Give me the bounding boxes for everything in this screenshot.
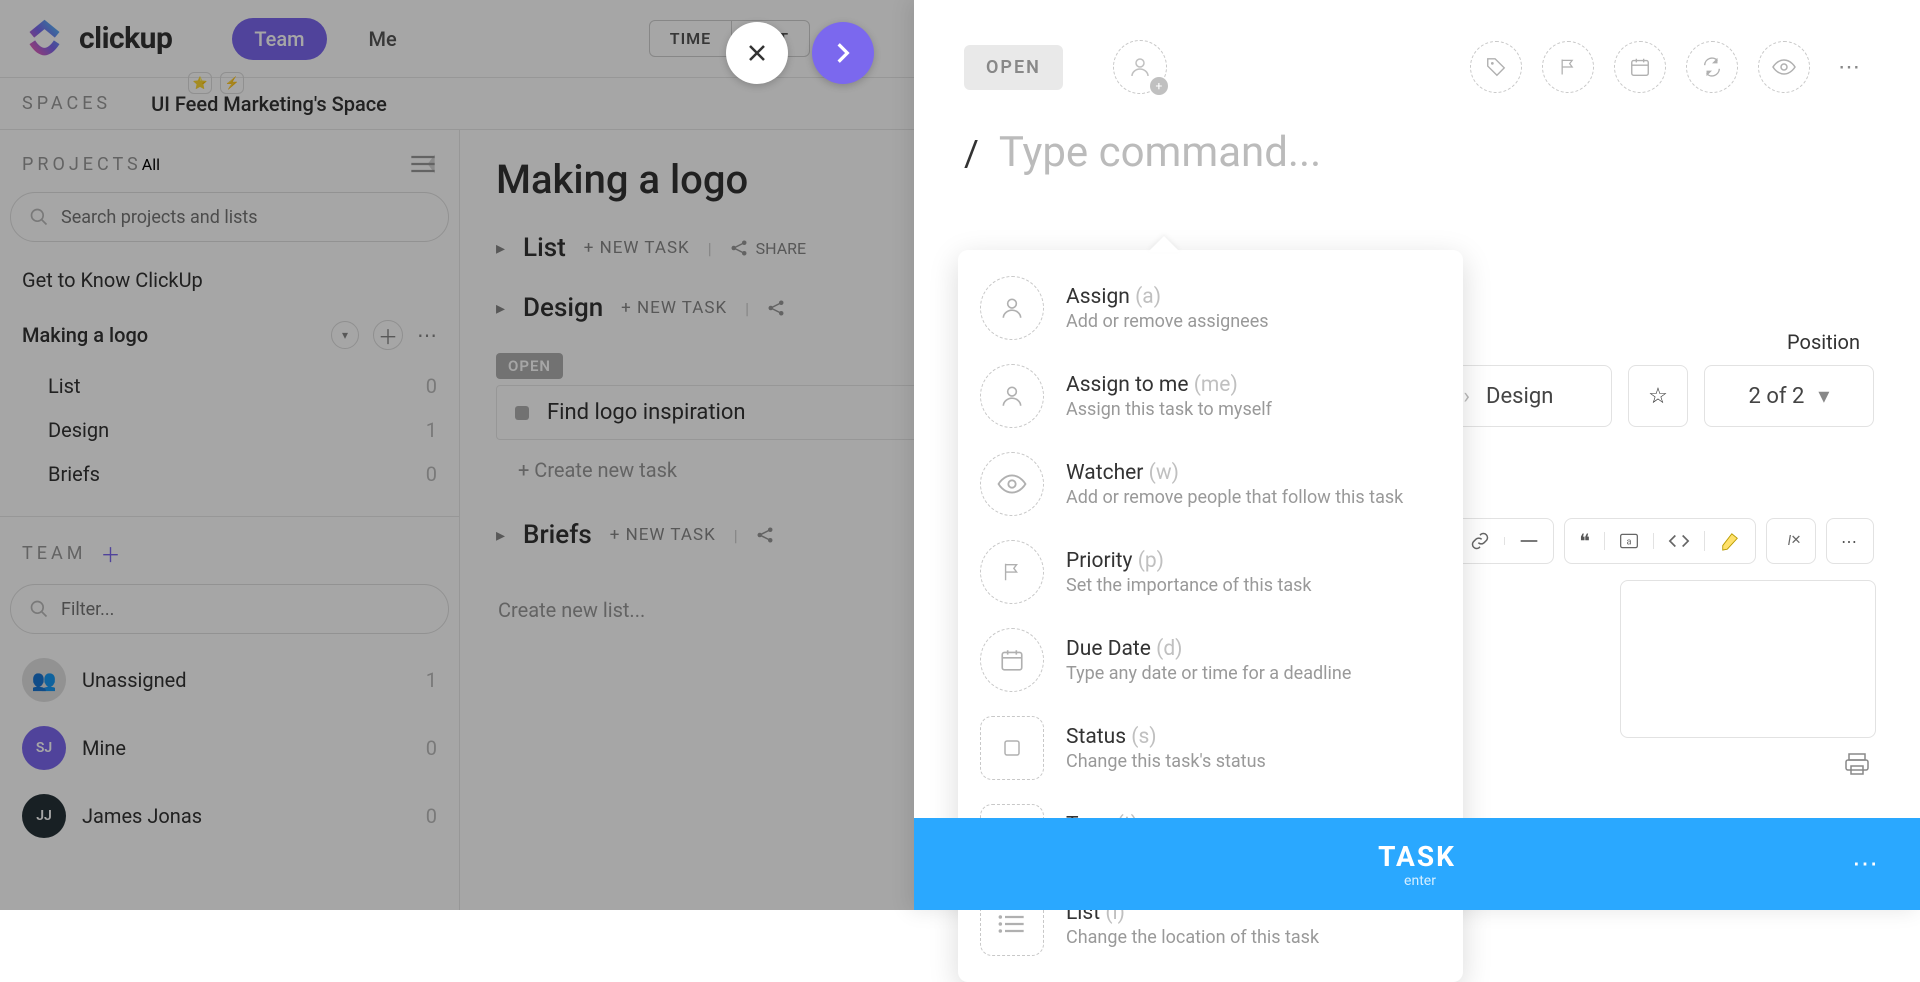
save-options-icon[interactable]: ⋯ [1852,849,1880,879]
chevron-right-icon [830,40,856,66]
due-date-button[interactable] [1614,41,1666,93]
user-icon [980,276,1044,340]
command-option-due-date[interactable]: Due Date (d)Type any date or time for a … [958,616,1463,704]
toolbar-clear[interactable]: I [1766,518,1816,564]
command-placeholder[interactable]: Type command... [999,128,1321,177]
toolbar-format[interactable]: ❝ a [1564,518,1756,564]
quote-icon[interactable]: ❝ [1565,529,1604,553]
flag-icon [1558,56,1578,78]
task-create-modal: OPEN + ⋯ / Type command... [914,0,1920,910]
clear-format-icon[interactable]: I [1767,531,1815,551]
user-icon [1128,55,1152,79]
divider-icon[interactable] [1504,537,1553,545]
user-icon [980,364,1044,428]
watch-button[interactable] [1758,41,1810,93]
code-icon[interactable] [1653,533,1704,549]
save-task-bar[interactable]: TASK enter ⋯ [914,818,1920,910]
command-option-priority[interactable]: Priority (p)Set the importance of this t… [958,528,1463,616]
square-icon [980,716,1044,780]
eye-icon [980,452,1044,516]
backdrop-overlay[interactable] [0,0,914,910]
tag-button[interactable] [1470,41,1522,93]
priority-button[interactable] [1542,41,1594,93]
description-box[interactable] [1620,580,1876,738]
position-select[interactable]: 2 of 2 ▾ [1704,365,1874,427]
print-icon[interactable] [1844,752,1870,776]
chevron-right-icon: › [1463,384,1470,409]
recurring-button[interactable] [1686,41,1738,93]
slash-prefix: / [964,133,979,175]
highlight-icon[interactable] [1704,531,1755,551]
plus-icon: + [1150,77,1168,95]
modal-status-open[interactable]: OPEN [964,45,1063,90]
assign-user-button[interactable]: + [1113,40,1167,94]
command-option-watcher[interactable]: Watcher (w)Add or remove people that fol… [958,440,1463,528]
svg-text:I: I [1788,534,1792,549]
command-option-assign-to-me[interactable]: Assign to me (me)Assign this task to mys… [958,352,1463,440]
close-icon [745,41,769,65]
code-box-icon[interactable]: a [1604,532,1653,550]
recurring-icon [1701,56,1723,78]
eye-icon [1772,58,1796,76]
tag-icon [1485,56,1507,78]
more-options-button[interactable]: ⋯ [1830,41,1870,93]
command-option-status[interactable]: Status (s)Change this task's status [958,704,1463,792]
calendar-icon [980,628,1044,692]
toolbar-more[interactable]: ⋯ [1826,518,1874,564]
close-modal-button[interactable] [726,22,788,84]
svg-text:a: a [1627,537,1632,547]
star-button[interactable]: ☆ [1628,365,1688,427]
command-option-assign[interactable]: Assign (a)Add or remove assignees [958,264,1463,352]
next-modal-button[interactable] [812,22,874,84]
position-label: Position [1787,330,1860,354]
calendar-icon [1629,56,1651,78]
chevron-down-icon: ▾ [1818,384,1829,409]
flag-icon [980,540,1044,604]
